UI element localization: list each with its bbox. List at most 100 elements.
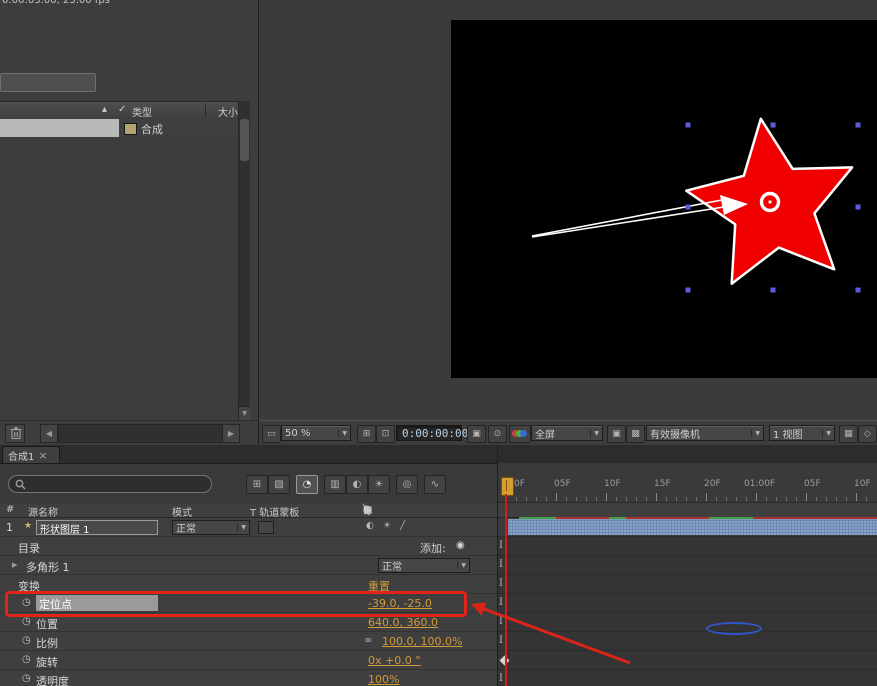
draft-3d-button[interactable]: ▧ — [268, 475, 290, 494]
anchor-point-value[interactable]: -39.0, -25.0 — [368, 597, 432, 610]
magnification-dropdown[interactable]: 50 % ▼ — [281, 425, 351, 441]
polystar-row[interactable]: ▶ 多角形 1 正常 ▼ — [0, 556, 497, 575]
grid-options-icon[interactable]: ▦ — [839, 425, 858, 443]
add-circle-icon[interactable]: ◉ — [456, 540, 465, 551]
polystar-mode-dropdown[interactable]: 正常 ▼ — [378, 558, 470, 573]
project-item-row[interactable]: 合成 — [0, 119, 238, 137]
timeline-column-header: # 源名称 模式 T 轨道蒙板 ◉ ☀ ╲ fx ▥ ∅ ◎ ⚙ — [0, 503, 877, 519]
column-source-name[interactable]: 源名称 — [28, 504, 58, 519]
time-ruler[interactable]: 0F 05F 10F 15F 20F 01:00F 05F 10F — [497, 463, 877, 503]
always-preview-icon[interactable]: ▭ — [262, 425, 281, 443]
project-vertical-scrollbar[interactable]: ▼ — [238, 101, 250, 420]
take-snapshot-icon[interactable]: ▣ — [467, 425, 486, 443]
rotation-track[interactable] — [497, 651, 877, 670]
show-snapshot-icon[interactable]: ⊙ — [488, 425, 507, 443]
sort-chevron-icon[interactable]: ▴ — [102, 104, 107, 115]
add-label[interactable]: 添加: — [420, 540, 446, 556]
opacity-value[interactable]: 100% — [368, 673, 399, 686]
scrollbar-thumb[interactable] — [240, 119, 249, 161]
brainstorm-button[interactable]: ☀ — [368, 475, 390, 494]
shy-switch-icon[interactable]: ╱ — [400, 521, 405, 531]
effects-switch-icon[interactable]: ☀ — [383, 521, 391, 531]
polystar-track[interactable]: I — [497, 556, 877, 575]
scroll-down-arrow-icon[interactable]: ▼ — [239, 406, 250, 420]
rotation-row[interactable]: ◷ 旋转 0x +0.0 ° — [0, 651, 497, 670]
expand-triangle-icon[interactable]: ▶ — [12, 561, 17, 569]
timeline-search-box[interactable] — [8, 475, 212, 493]
contents-group-row[interactable]: 目录 添加: ◉ — [0, 537, 497, 556]
scale-track[interactable]: I — [497, 632, 877, 651]
scroll-left-button[interactable]: ◀ — [40, 424, 58, 443]
anchor-point-label[interactable]: 定位点 — [36, 595, 158, 611]
region-of-interest-icon[interactable]: ▣ — [607, 425, 626, 443]
transform-reset-link[interactable]: 重置 — [368, 578, 390, 594]
opacity-row[interactable]: ◷ 透明度 100% — [0, 670, 497, 686]
position-value[interactable]: 640.0, 360.0 — [368, 616, 438, 629]
current-time-indicator-handle[interactable] — [501, 477, 514, 496]
current-time-field[interactable]: 0:00:00:00 — [396, 425, 468, 441]
stopwatch-icon[interactable]: ◷ — [22, 597, 31, 608]
header-check-icon: ✓ — [118, 104, 127, 115]
contents-track[interactable]: I — [497, 537, 877, 556]
scale-value[interactable]: 100.0, 100.0% — [382, 635, 462, 648]
resolution-value: 全屏 — [535, 429, 555, 441]
transparency-grid-icon[interactable]: ▩ — [626, 425, 645, 443]
position-label: 位置 — [36, 618, 58, 631]
scroll-right-button[interactable]: ▶ — [222, 424, 240, 443]
layer-name-field[interactable]: 形状图层 1 — [36, 520, 158, 536]
transform-group-row[interactable]: 变换 重置 — [0, 575, 497, 594]
graph-editor-button[interactable]: ∿ — [424, 475, 446, 494]
timeline-panel: 合成1 × ⊞ ▧ ◔ ▥ ◐ ☀ ◎ ∿ 0F 05F 10F 15F 20F… — [0, 445, 877, 686]
layer-duration-bar[interactable] — [508, 519, 877, 535]
timeline-panel-divider[interactable] — [497, 445, 498, 686]
layer-row-shape-layer-1[interactable]: 1 ★ 形状图层 1 正常 ▼ ◐ ☀ ╱ — [0, 518, 497, 537]
anchor-point-row[interactable]: ◷ 定位点 -39.0, -25.0 — [0, 594, 497, 613]
scale-row[interactable]: ◷ 比例 ∞ 100.0, 100.0% — [0, 632, 497, 651]
constrain-link-icon[interactable]: ∞ — [364, 635, 372, 646]
layer-mode-dropdown[interactable]: 正常 ▼ — [172, 520, 250, 535]
column-header-size[interactable]: 大小 — [218, 104, 238, 119]
polystar-label: 多角形 1 — [26, 561, 70, 574]
motion-blur-button[interactable]: ◐ — [346, 475, 368, 494]
stopwatch-icon[interactable]: ◷ — [22, 616, 31, 627]
frame-blend-button[interactable]: ▥ — [324, 475, 346, 494]
anchor-point-track[interactable]: I — [497, 594, 877, 613]
resolution-dropdown[interactable]: 全屏 ▼ — [531, 425, 603, 441]
delete-item-button[interactable] — [5, 424, 25, 443]
column-trkmat[interactable]: T 轨道蒙板 — [250, 504, 299, 519]
stopwatch-icon[interactable]: ◷ — [22, 635, 31, 646]
current-time-indicator-line[interactable] — [505, 494, 507, 686]
column-divider[interactable] — [205, 103, 206, 117]
project-item-name-cell[interactable] — [0, 119, 119, 137]
column-mode[interactable]: 模式 — [172, 504, 192, 519]
comp-mini-flowchart-button[interactable]: ⊞ — [246, 475, 268, 494]
rotation-value[interactable]: 0x +0.0 ° — [368, 654, 421, 667]
view-layout-dropdown[interactable]: 1 视图 ▼ — [769, 425, 835, 441]
position-row[interactable]: ◷ 位置 640.0, 360.0 — [0, 613, 497, 632]
shape-layer-icon: ★ — [24, 521, 33, 531]
search-input[interactable] — [30, 477, 205, 491]
auto-keyframe-button[interactable]: ◎ — [396, 475, 418, 494]
safe-zones-icon[interactable]: ⊡ — [376, 425, 395, 443]
stopwatch-icon[interactable]: ◷ — [22, 654, 31, 665]
timeline-tab-comp1[interactable]: 合成1 × — [2, 446, 60, 463]
column-index[interactable]: # — [6, 504, 14, 515]
pixel-aspect-icon[interactable]: ◇ — [858, 425, 877, 443]
channel-colors-button[interactable] — [509, 425, 531, 443]
opacity-track[interactable]: I — [497, 670, 877, 686]
grid-guides-icon[interactable]: ⊞ — [357, 425, 376, 443]
hide-shy-layers-button[interactable]: ◔ — [296, 475, 318, 494]
layer-switches[interactable]: ◐ ☀ ╱ — [366, 521, 405, 531]
column-header-type[interactable]: 类型 — [132, 104, 152, 119]
stopwatch-icon[interactable]: ◷ — [22, 673, 31, 684]
trkmat-box[interactable] — [258, 521, 274, 534]
active-camera-dropdown[interactable]: 有效摄像机 ▼ — [646, 425, 764, 441]
composition-viewer[interactable] — [451, 20, 877, 378]
layer-track[interactable] — [497, 517, 877, 537]
label-color-swatch[interactable] — [124, 123, 137, 135]
project-horizontal-scrollbar[interactable] — [58, 424, 224, 443]
transform-track[interactable]: I — [497, 575, 877, 594]
quality-switch-icon[interactable]: ◐ — [366, 521, 374, 531]
position-track[interactable]: I — [497, 613, 877, 632]
close-icon[interactable]: × — [38, 449, 47, 462]
